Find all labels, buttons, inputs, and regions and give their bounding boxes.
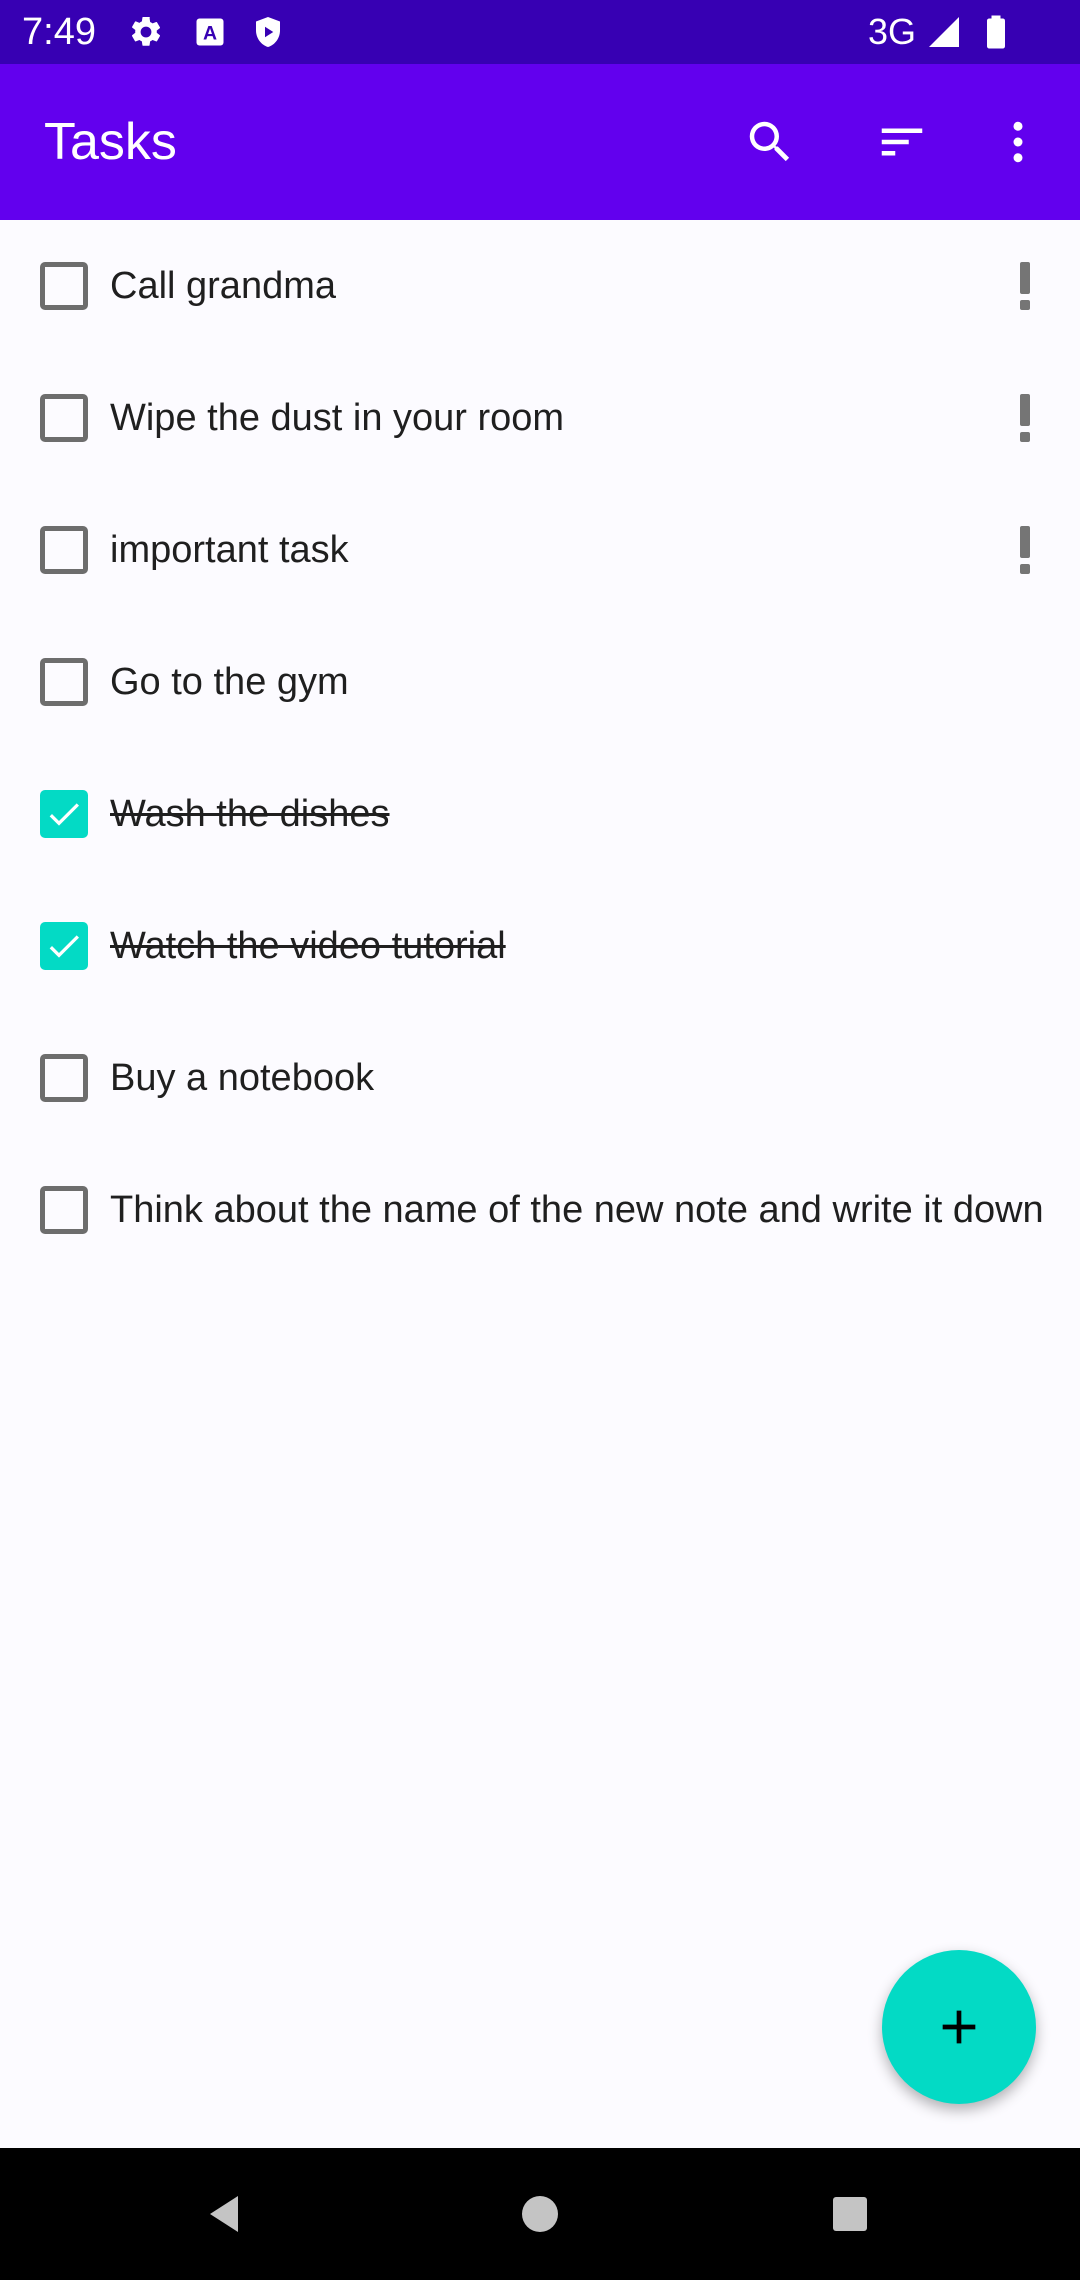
signal-icon — [926, 14, 962, 50]
task-list: Call grandma Wipe the dust in your room im… — [0, 220, 1080, 1276]
svg-text:A: A — [203, 23, 217, 45]
task-label: Buy a notebook — [110, 1057, 375, 1099]
task-row[interactable]: Buy a notebook — [0, 1012, 1080, 1144]
priority-icon — [1012, 392, 1038, 444]
app-bar: Tasks — [0, 64, 1080, 220]
battery-icon — [978, 14, 1014, 50]
back-icon — [210, 2196, 238, 2232]
task-row[interactable]: Wash the dishes — [0, 748, 1080, 880]
status-bar: 7:49 A 3G — [0, 0, 1080, 64]
task-label: Think about the name of the new note and… — [110, 1189, 1044, 1231]
task-label: Go to the gym — [110, 661, 349, 703]
page-title: Tasks — [44, 113, 177, 171]
task-row[interactable]: Watch the video tutorial — [0, 880, 1080, 1012]
search-button[interactable] — [732, 104, 808, 180]
navigation-bar — [0, 2148, 1080, 2280]
task-label: Wipe the dust in your room — [110, 397, 565, 439]
status-time: 7:49 — [22, 11, 96, 53]
task-checkbox[interactable] — [40, 526, 88, 574]
recents-icon — [833, 2197, 867, 2231]
priority-icon — [1012, 524, 1038, 576]
home-button[interactable] — [504, 2178, 576, 2250]
task-label: Watch the video tutorial — [110, 925, 506, 967]
search-icon — [749, 121, 790, 162]
task-label: Call grandma — [110, 265, 336, 307]
network-type: 3G — [868, 11, 917, 52]
settings-icon — [128, 14, 164, 50]
back-button[interactable] — [190, 2178, 262, 2250]
task-row[interactable]: Call grandma — [0, 220, 1080, 352]
task-checkbox[interactable] — [40, 658, 88, 706]
task-checkbox-checked[interactable] — [40, 790, 88, 838]
screen: 7:49 A 3G Tasks Call grandma Wipe the du… — [0, 0, 1080, 2280]
task-checkbox-checked[interactable] — [40, 922, 88, 970]
priority-icon — [1012, 260, 1038, 312]
task-checkbox[interactable] — [40, 262, 88, 310]
task-label: Wash the dishes — [110, 793, 390, 835]
sort-icon — [881, 128, 923, 156]
task-checkbox[interactable] — [40, 1054, 88, 1102]
task-row[interactable]: Wipe the dust in your room — [0, 352, 1080, 484]
sort-button[interactable] — [864, 104, 940, 180]
shield-play-icon — [250, 14, 286, 50]
more-options-button[interactable] — [980, 104, 1056, 180]
a-box-icon: A — [192, 14, 228, 50]
task-row[interactable]: Think about the name of the new note and… — [0, 1144, 1080, 1276]
add-icon — [942, 2010, 976, 2044]
task-row[interactable]: Go to the gym — [0, 616, 1080, 748]
more-vert-icon — [1013, 121, 1023, 163]
task-checkbox[interactable] — [40, 394, 88, 442]
recents-button[interactable] — [814, 2178, 886, 2250]
task-checkbox[interactable] — [40, 1186, 88, 1234]
home-icon — [522, 2196, 558, 2232]
task-row[interactable]: important task — [0, 484, 1080, 616]
task-label: important task — [110, 529, 349, 571]
add-task-button[interactable] — [882, 1950, 1036, 2104]
